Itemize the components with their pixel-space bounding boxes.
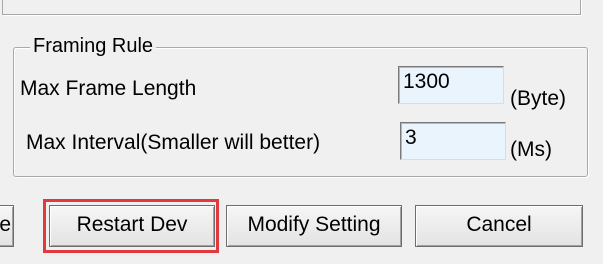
- max-frame-length-label: Max Frame Length: [20, 77, 197, 100]
- max-interval-unit: (Ms): [510, 138, 552, 161]
- framing-rule-title: Framing Rule: [30, 34, 157, 58]
- modify-setting-button[interactable]: Modify Setting: [226, 205, 402, 247]
- max-frame-length-unit: (Byte): [510, 87, 567, 110]
- cancel-button[interactable]: Cancel: [415, 205, 583, 247]
- upper-group-panel: [2, 0, 581, 15]
- max-interval-label: Max Interval(Smaller will better): [26, 131, 321, 154]
- max-interval-input[interactable]: 3: [400, 122, 506, 160]
- partial-button[interactable]: e: [0, 205, 14, 247]
- max-frame-length-input[interactable]: 1300: [398, 66, 504, 104]
- restart-dev-button[interactable]: Restart Dev: [49, 205, 215, 247]
